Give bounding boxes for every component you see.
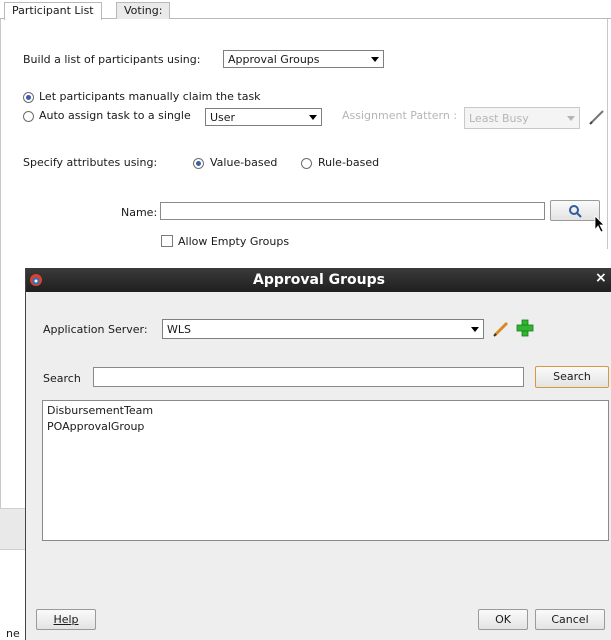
attributes-label: Specify attributes using: bbox=[23, 156, 158, 169]
dialog-title-bar: Approval Groups bbox=[26, 268, 611, 292]
build-list-combo[interactable]: Approval Groups bbox=[223, 50, 384, 68]
edit-pencil-icon[interactable] bbox=[588, 108, 606, 126]
rule-based-radio[interactable] bbox=[301, 158, 312, 169]
search-label: Search bbox=[43, 372, 81, 385]
manual-claim-label: Let participants manually claim the task bbox=[39, 90, 261, 103]
chevron-down-icon bbox=[471, 327, 479, 332]
tab-label: Voting: bbox=[124, 4, 163, 17]
tab-participant-list[interactable]: Participant List bbox=[4, 2, 102, 20]
help-button[interactable]: Help bbox=[36, 609, 96, 630]
name-input[interactable] bbox=[160, 202, 545, 220]
background-panel-strip bbox=[0, 508, 26, 550]
auto-assign-combo[interactable]: User bbox=[205, 108, 322, 126]
allow-empty-groups-label: Allow Empty Groups bbox=[178, 235, 290, 248]
add-icon[interactable] bbox=[516, 319, 534, 337]
chevron-down-icon bbox=[309, 115, 317, 120]
mouse-cursor-icon bbox=[594, 215, 605, 233]
app-server-value: WLS bbox=[167, 323, 191, 336]
build-list-label: Build a list of participants using: bbox=[23, 53, 201, 66]
allow-empty-groups-checkbox[interactable] bbox=[161, 235, 173, 247]
manual-claim-radio[interactable] bbox=[23, 92, 34, 103]
auto-assign-label: Auto assign task to a single bbox=[39, 109, 191, 122]
list-item[interactable]: DisbursementTeam bbox=[47, 403, 153, 418]
search-button[interactable]: Search bbox=[535, 366, 609, 388]
close-icon[interactable]: × bbox=[595, 270, 607, 286]
tab-label: Participant List bbox=[12, 4, 94, 17]
help-button-label: Help bbox=[53, 613, 79, 626]
value-based-label: Value-based bbox=[210, 156, 278, 169]
ok-button[interactable]: OK bbox=[478, 609, 528, 630]
edit-pencil-icon[interactable] bbox=[492, 320, 510, 338]
assignment-pattern-label: Assignment Pattern : bbox=[342, 109, 458, 122]
name-label: Name: bbox=[121, 206, 158, 219]
background-text-fragment: ne bbox=[6, 627, 20, 640]
assignment-pattern-combo: Least Busy bbox=[464, 107, 580, 129]
app-server-label: Application Server: bbox=[43, 323, 148, 336]
value-based-radio[interactable] bbox=[193, 158, 204, 169]
auto-assign-value: User bbox=[210, 111, 236, 124]
cancel-button[interactable]: Cancel bbox=[535, 609, 605, 630]
name-search-button[interactable] bbox=[550, 200, 600, 221]
app-server-combo[interactable]: WLS bbox=[162, 319, 484, 339]
group-list[interactable]: DisbursementTeam POApprovalGroup bbox=[42, 400, 609, 541]
list-item[interactable]: POApprovalGroup bbox=[47, 419, 144, 434]
search-icon bbox=[569, 205, 582, 218]
dialog-title: Approval Groups bbox=[253, 272, 385, 288]
panel-border bbox=[607, 19, 608, 249]
approval-groups-dialog: Approval Groups × Application Server: WL… bbox=[25, 268, 611, 640]
assignment-pattern-value: Least Busy bbox=[469, 112, 529, 125]
build-list-value: Approval Groups bbox=[228, 53, 320, 66]
panel-border bbox=[0, 19, 1, 549]
search-input[interactable] bbox=[93, 367, 524, 387]
auto-assign-radio[interactable] bbox=[23, 111, 34, 122]
chevron-down-icon bbox=[371, 57, 379, 62]
app-logo-icon bbox=[30, 274, 42, 286]
chevron-down-icon bbox=[567, 116, 575, 121]
tab-voting[interactable]: Voting: bbox=[116, 2, 171, 19]
rule-based-label: Rule-based bbox=[318, 156, 380, 169]
